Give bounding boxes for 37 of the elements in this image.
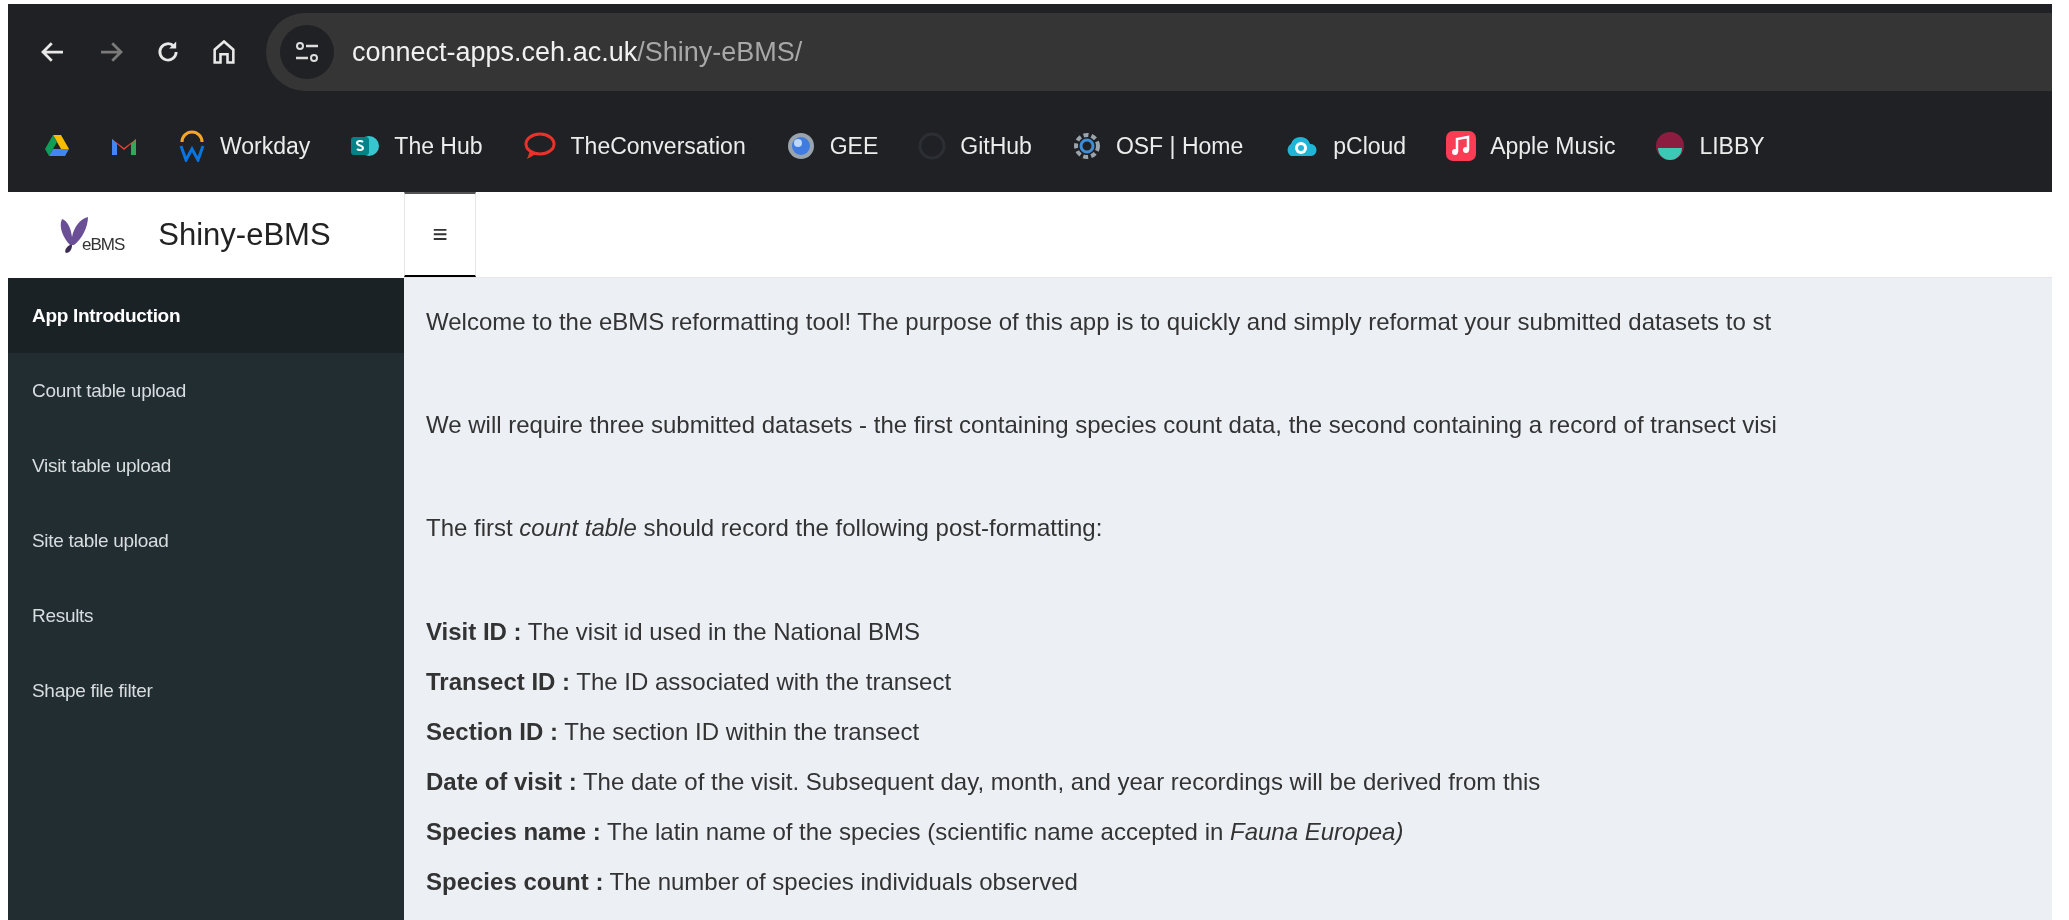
bookmark[interactable]: GEE [829,132,879,160]
site-settings-icon[interactable] [280,25,334,79]
field-description: Date of visit : The date of the visit. Subsequent day, month, and year recordings will be derived from this [426,767,1542,797]
paragraph: The first count table should record the following post-formatting: [426,513,1104,543]
bookmark[interactable]: Workday [220,132,311,160]
bookmark[interactable]: pCloud [1333,132,1407,160]
sidebar-item[interactable]: App Introduction [8,278,404,353]
app-title: Shiny-eBMS [158,217,331,253]
bookmark[interactable]: LIBBY [1699,132,1765,160]
sidebar-item[interactable]: Visit table upload [8,428,404,503]
globe-icon [785,131,816,161]
field-description: Species name : The latin name of the species (scientific name accepted in Fauna Europea) [426,817,1405,847]
home-icon[interactable] [210,38,238,66]
field-description: Visit ID : The visit id used in the National BMS [426,617,921,647]
bookmark[interactable]: The Hub [394,132,483,160]
butterfly-logo: eBMS [56,215,125,255]
speech-bubble-icon [522,131,557,161]
triangle-icon[interactable] [44,134,70,158]
url-path: /Shiny-eBMS/ [637,36,803,67]
sidebar-item[interactable]: Count table upload [8,353,404,428]
paragraph: We will require three submitted datasets - the first containing species count data, the second containing a record of transect visi [426,410,1778,440]
field-description: Species count : The number of species individuals observed [426,867,1079,897]
address-bar[interactable]: connect-apps.ceh.ac.uk/Shiny-eBMS/ [266,13,2052,91]
paragraph: Welcome to the eBMS reformatting tool! The purpose of this app is to quickly and simply reformat your submitted datasets to st [426,307,1773,337]
sidebar-item[interactable]: Site table upload [8,503,404,578]
field-description: Transect ID : The ID associated with the transect [426,667,953,697]
bookmark[interactable]: TheConversation [570,132,746,160]
field-description: Section ID : The section ID within the transect [426,717,921,747]
bookmark[interactable]: OSF | Home [1115,132,1244,160]
sidebar-item[interactable]: Shape file filter [8,653,404,728]
bookmark[interactable]: GitHub [960,132,1032,160]
url-host: connect-apps.ceh.ac.uk [352,36,638,67]
sidebar-item[interactable]: Results [8,578,404,653]
music-note-icon [1446,131,1477,161]
bookmark[interactable]: Apple Music [1490,132,1616,160]
atom-icon [1071,131,1102,161]
menu-toggle[interactable]: ≡ [404,192,476,277]
